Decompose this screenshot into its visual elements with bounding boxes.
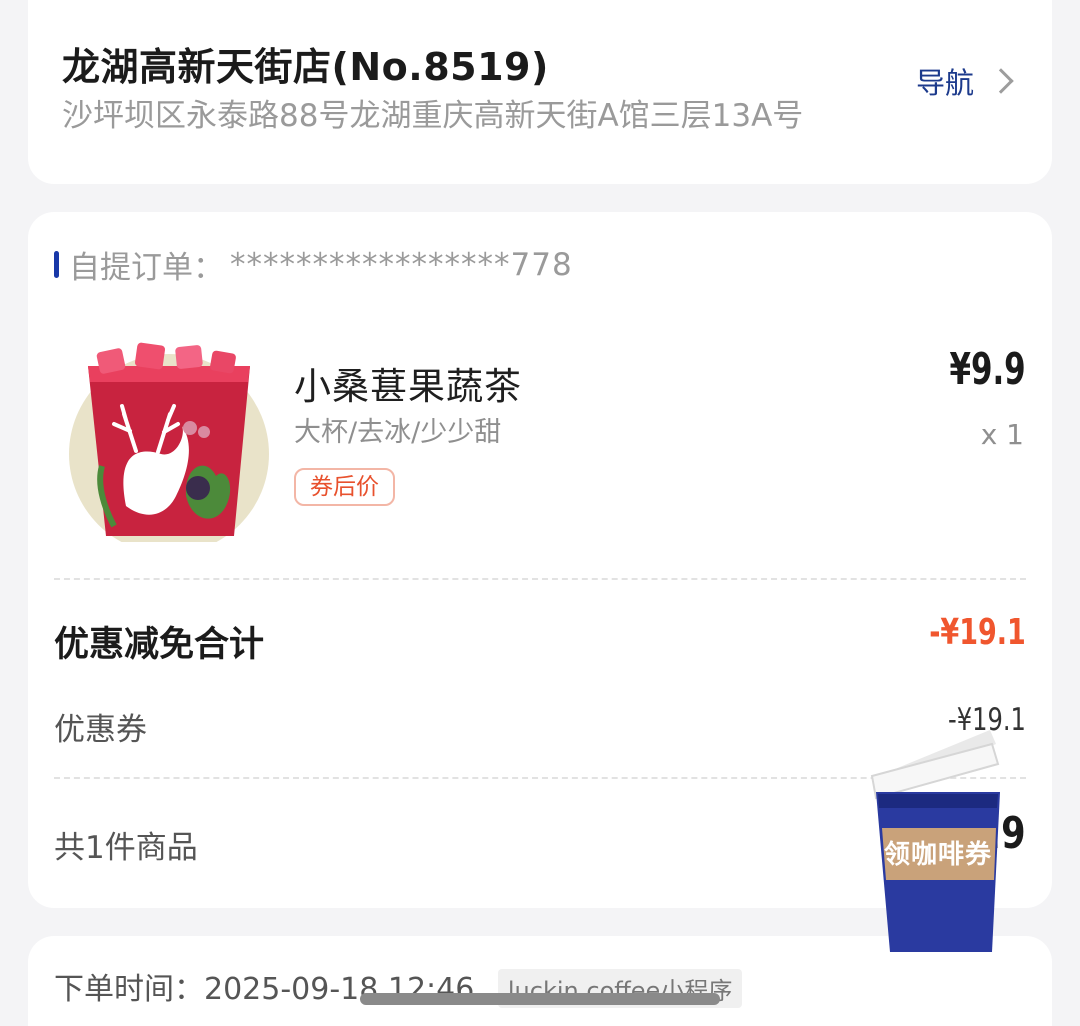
coupon-label: 优惠券 <box>54 712 147 748</box>
order-header: 自提订单： *****************778 <box>54 242 573 287</box>
discount-total-label: 优惠减免合计 <box>54 625 265 665</box>
navigation-label: 导航 <box>915 66 974 100</box>
product-spec: 大杯/去冰/少少甜 <box>294 417 502 448</box>
claim-coffee-coupon-button[interactable]: 领咖啡券 <box>880 834 996 871</box>
divider <box>54 578 1026 580</box>
home-indicator <box>360 993 720 1005</box>
navigation-button[interactable]: 导航 <box>916 60 1016 102</box>
store-card: 龙湖高新天街店(No.8519) 沙坪坝区永泰路88号龙湖重庆高新天街A馆三层1… <box>28 0 1052 184</box>
order-label: 自提订单： <box>69 250 224 286</box>
accent-bar <box>54 251 59 278</box>
product-image <box>69 342 269 542</box>
store-address: 沙坪坝区永泰路88号龙湖重庆高新天街A馆三层13A号 <box>62 98 804 134</box>
product-name: 小桑葚果蔬茶 <box>294 365 522 408</box>
order-number: *****************778 <box>230 246 573 283</box>
coupon-price-tag: 券后价 <box>294 468 395 506</box>
chevron-right-icon <box>988 68 1014 94</box>
discount-total-value: -¥19.1 <box>929 612 1026 653</box>
store-name: 龙湖高新天街店(No.8519) <box>62 45 549 89</box>
product-price: ¥9.9 <box>949 344 1026 395</box>
items-count-label: 共1件商品 <box>54 830 198 866</box>
product-quantity: x 1 <box>980 418 1024 451</box>
